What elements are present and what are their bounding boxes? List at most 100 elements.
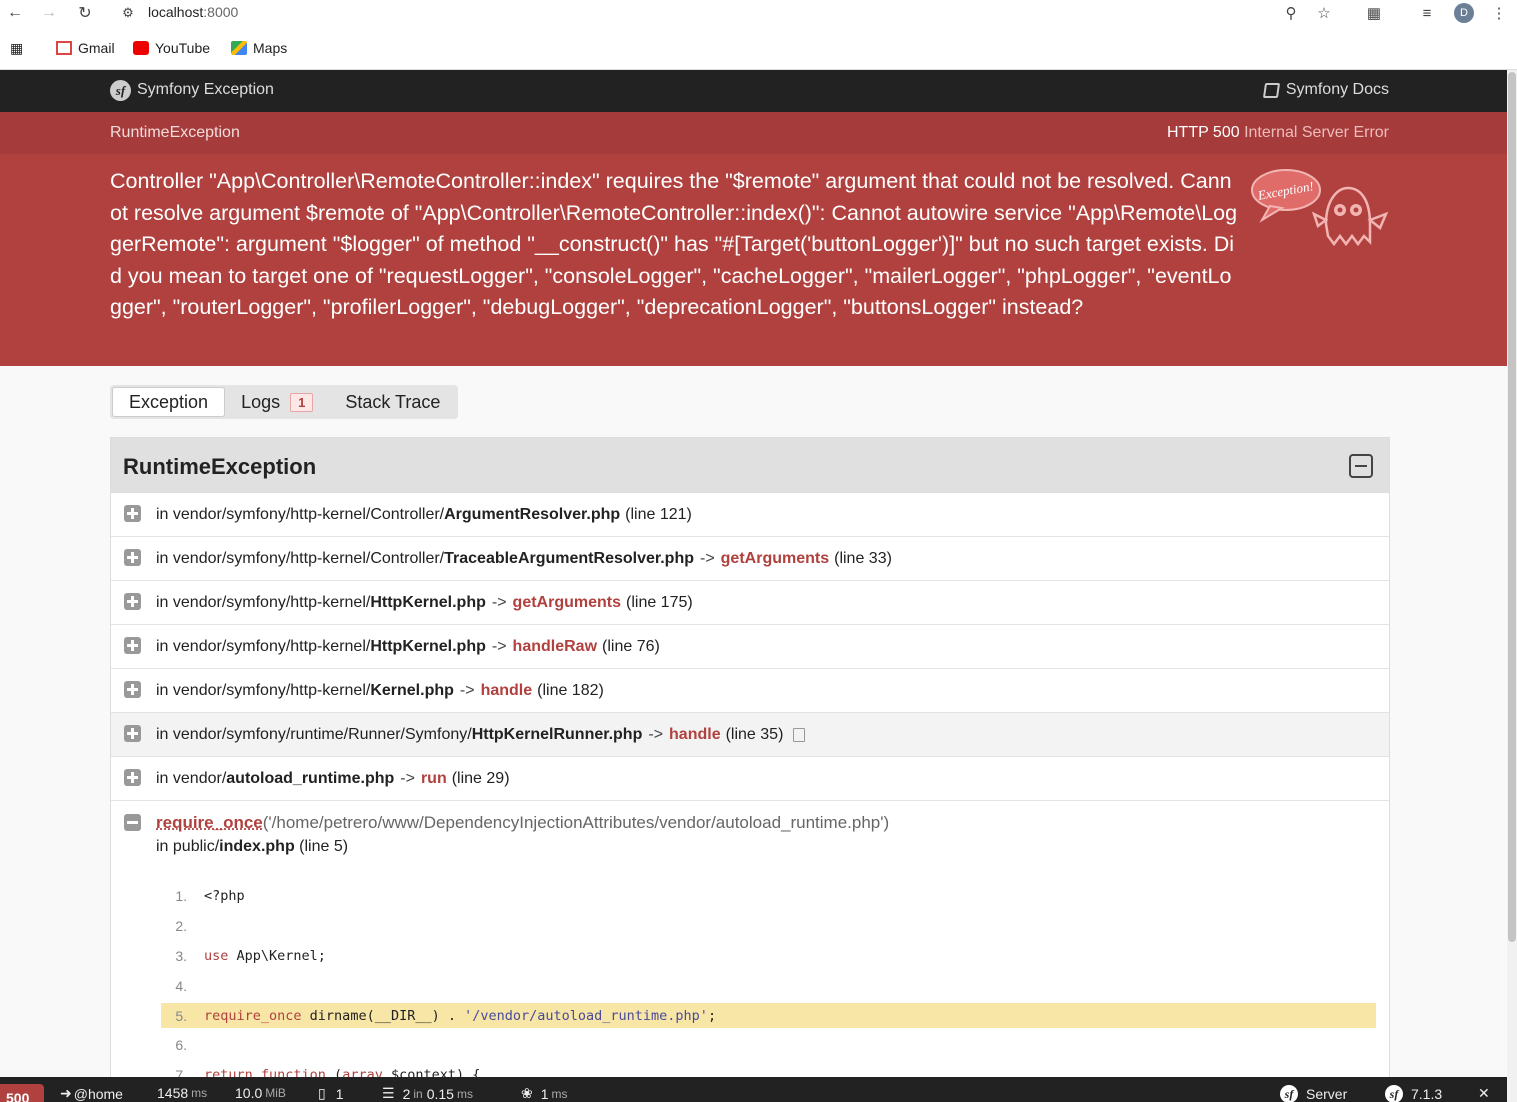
tab-logs[interactable]: Logs 1 bbox=[225, 387, 329, 417]
code-line: 1 <?php bbox=[161, 881, 1376, 911]
browser-toolbar: ← → ↻ ⚙ localhost:8000 ⚲ ☆ ▦ ≡ D ⋮ ▦ Gma… bbox=[0, 0, 1517, 70]
bookmark-youtube[interactable]: YouTube bbox=[133, 40, 210, 56]
code-excerpt: 1 <?php 2 3 use App\Kernel; 4 5 require_once di… bbox=[161, 881, 1376, 1086]
trace-path: in vendor/symfony/http-kernel/ bbox=[156, 681, 371, 699]
status-code-badge[interactable]: 500 bbox=[0, 1084, 44, 1102]
trace-arrow: -> bbox=[459, 681, 475, 699]
bookmark-star-icon[interactable]: ☆ bbox=[1313, 2, 1335, 24]
cache-value: 2 bbox=[402, 1085, 411, 1102]
trace-title: RuntimeException bbox=[123, 454, 317, 479]
code-line: 2 bbox=[161, 911, 1376, 941]
server-label: Server bbox=[1306, 1086, 1348, 1102]
debug-toolbar: 500 ➜ @home 1458 ms 10.0 MiB ▯ 1 ☰ 2 in 0.15 ms … bbox=[0, 1077, 1507, 1102]
scrollbar-thumb[interactable] bbox=[1508, 72, 1516, 942]
expanded-function: require_once bbox=[156, 813, 263, 832]
expand-plus-icon[interactable] bbox=[124, 637, 141, 654]
symfony-version-icon: sf bbox=[1385, 1085, 1403, 1102]
twig-value: 1 bbox=[540, 1085, 549, 1102]
bookmark-gmail[interactable]: Gmail bbox=[56, 40, 115, 56]
toolbar-close-icon[interactable]: ✕ bbox=[1478, 1085, 1490, 1102]
trace-file: HttpKernel.php bbox=[370, 593, 486, 611]
expand-plus-icon[interactable] bbox=[124, 769, 141, 786]
expanded-file: index.php bbox=[219, 838, 295, 855]
tab-bar: Exception Logs 1 Stack Trace bbox=[110, 385, 459, 419]
trace-line: (line 33) bbox=[834, 549, 892, 567]
code-token: <?php bbox=[204, 888, 245, 904]
bookmark-youtube-label: YouTube bbox=[155, 40, 211, 56]
expand-plus-icon[interactable] bbox=[124, 593, 141, 610]
trace-row-expanded: require_once('/home/petrero/www/Dependen… bbox=[111, 801, 1389, 1086]
code-text: <?php bbox=[204, 888, 245, 904]
exception-ghost-illustration: Exception! bbox=[1248, 164, 1393, 254]
trace-function: handle bbox=[480, 681, 533, 699]
trace-row[interactable]: in vendor/symfony/http-kernel/Kernel.php… bbox=[111, 669, 1389, 713]
site-settings-icon[interactable]: ⚙ bbox=[117, 2, 139, 24]
forward-arrow-icon[interactable]: → bbox=[38, 2, 60, 24]
extensions-icon[interactable]: ▦ bbox=[1363, 2, 1385, 24]
bookmark-maps[interactable]: Maps bbox=[231, 40, 287, 56]
book-icon bbox=[1262, 82, 1280, 98]
code-token: use bbox=[204, 948, 229, 964]
collapse-all-icon[interactable] bbox=[1349, 454, 1373, 478]
toolbar-twig[interactable]: ❀ 1 ms bbox=[521, 1085, 568, 1102]
line-number: 5 bbox=[161, 1008, 187, 1024]
cache-in: in bbox=[413, 1086, 423, 1101]
line-number: 1 bbox=[161, 888, 187, 904]
log-file-icon: ▯ bbox=[318, 1085, 326, 1101]
expand-plus-icon[interactable] bbox=[124, 505, 141, 522]
menu-kebab-icon[interactable]: ⋮ bbox=[1488, 2, 1510, 24]
trace-row[interactable]: in vendor/symfony/http-kernel/HttpKernel… bbox=[111, 625, 1389, 669]
trace-arrow: -> bbox=[400, 769, 415, 787]
trace-line: (line 121) bbox=[625, 505, 692, 523]
trace-header: RuntimeException bbox=[111, 438, 1389, 493]
code-token: require_once bbox=[204, 1007, 302, 1024]
expand-plus-icon[interactable] bbox=[124, 681, 141, 698]
expand-plus-icon[interactable] bbox=[124, 549, 141, 566]
toolbar-version[interactable]: sf 7.1.3 bbox=[1385, 1085, 1442, 1102]
trace-function: handleRaw bbox=[512, 637, 598, 655]
collapse-minus-icon[interactable] bbox=[124, 814, 141, 831]
back-arrow-icon[interactable]: ← bbox=[4, 2, 26, 24]
trace-row[interactable]: in vendor/symfony/http-kernel/Controller… bbox=[111, 537, 1389, 581]
trace-path: in vendor/symfony/http-kernel/Controller… bbox=[156, 549, 445, 567]
apps-grid-icon[interactable]: ▦ bbox=[10, 40, 23, 57]
logs-value: 1 bbox=[335, 1085, 344, 1102]
line-number: 3 bbox=[161, 948, 187, 964]
zoom-icon[interactable]: ⚲ bbox=[1280, 2, 1302, 24]
code-token: ; bbox=[707, 1007, 717, 1024]
route-arrow-icon: ➜ bbox=[60, 1085, 72, 1101]
tab-exception[interactable]: Exception bbox=[112, 387, 226, 417]
copy-icon[interactable] bbox=[793, 724, 811, 742]
trace-file: HttpKernelRunner.php bbox=[471, 725, 643, 743]
address-bar[interactable]: localhost:8000 bbox=[148, 4, 238, 20]
expand-plus-icon[interactable] bbox=[124, 725, 141, 742]
trace-file: autoload_runtime.php bbox=[226, 769, 395, 787]
trace-row[interactable]: in vendor/symfony/http-kernel/HttpKernel… bbox=[111, 581, 1389, 625]
twig-icon: ❀ bbox=[521, 1085, 533, 1101]
toolbar-logs[interactable]: ▯ 1 bbox=[318, 1085, 344, 1102]
trace-arrow: -> bbox=[491, 593, 507, 611]
youtube-icon bbox=[133, 41, 149, 55]
toolbar-route[interactable]: ➜ @home bbox=[60, 1085, 123, 1102]
memory-unit: MiB bbox=[265, 1086, 286, 1100]
trace-row[interactable]: in vendor/symfony/runtime/Runner/Symfony… bbox=[111, 713, 1389, 757]
trace-row[interactable]: in vendor/autoload_runtime.php -> run (line… bbox=[111, 757, 1389, 801]
exception-class: RuntimeException bbox=[110, 124, 240, 141]
code-token: dirname(__DIR__) . bbox=[301, 1007, 465, 1024]
trace-line: (line 29) bbox=[451, 769, 510, 787]
tab-stack-trace[interactable]: Stack Trace bbox=[329, 387, 456, 417]
trace-line: (line 35) bbox=[725, 725, 784, 743]
media-icon[interactable]: ≡ bbox=[1416, 2, 1438, 24]
twig-unit: ms bbox=[551, 1086, 568, 1101]
reload-icon[interactable]: ↻ bbox=[74, 2, 96, 24]
toolbar-server[interactable]: sf Server bbox=[1280, 1085, 1347, 1102]
toolbar-time[interactable]: 1458 ms bbox=[157, 1085, 207, 1101]
trace-row[interactable]: in vendor/symfony/http-kernel/Controller… bbox=[111, 493, 1389, 537]
page-scrollbar[interactable] bbox=[1507, 70, 1517, 1102]
toolbar-cache[interactable]: ☰ 2 in 0.15 ms bbox=[382, 1085, 473, 1102]
trace-function: getArguments bbox=[512, 593, 621, 611]
toolbar-memory[interactable]: 10.0 MiB bbox=[235, 1085, 286, 1101]
logs-count-badge: 1 bbox=[290, 392, 314, 412]
profile-avatar[interactable]: D bbox=[1454, 3, 1474, 23]
symfony-docs-link[interactable]: Symfony Docs bbox=[1262, 81, 1389, 99]
